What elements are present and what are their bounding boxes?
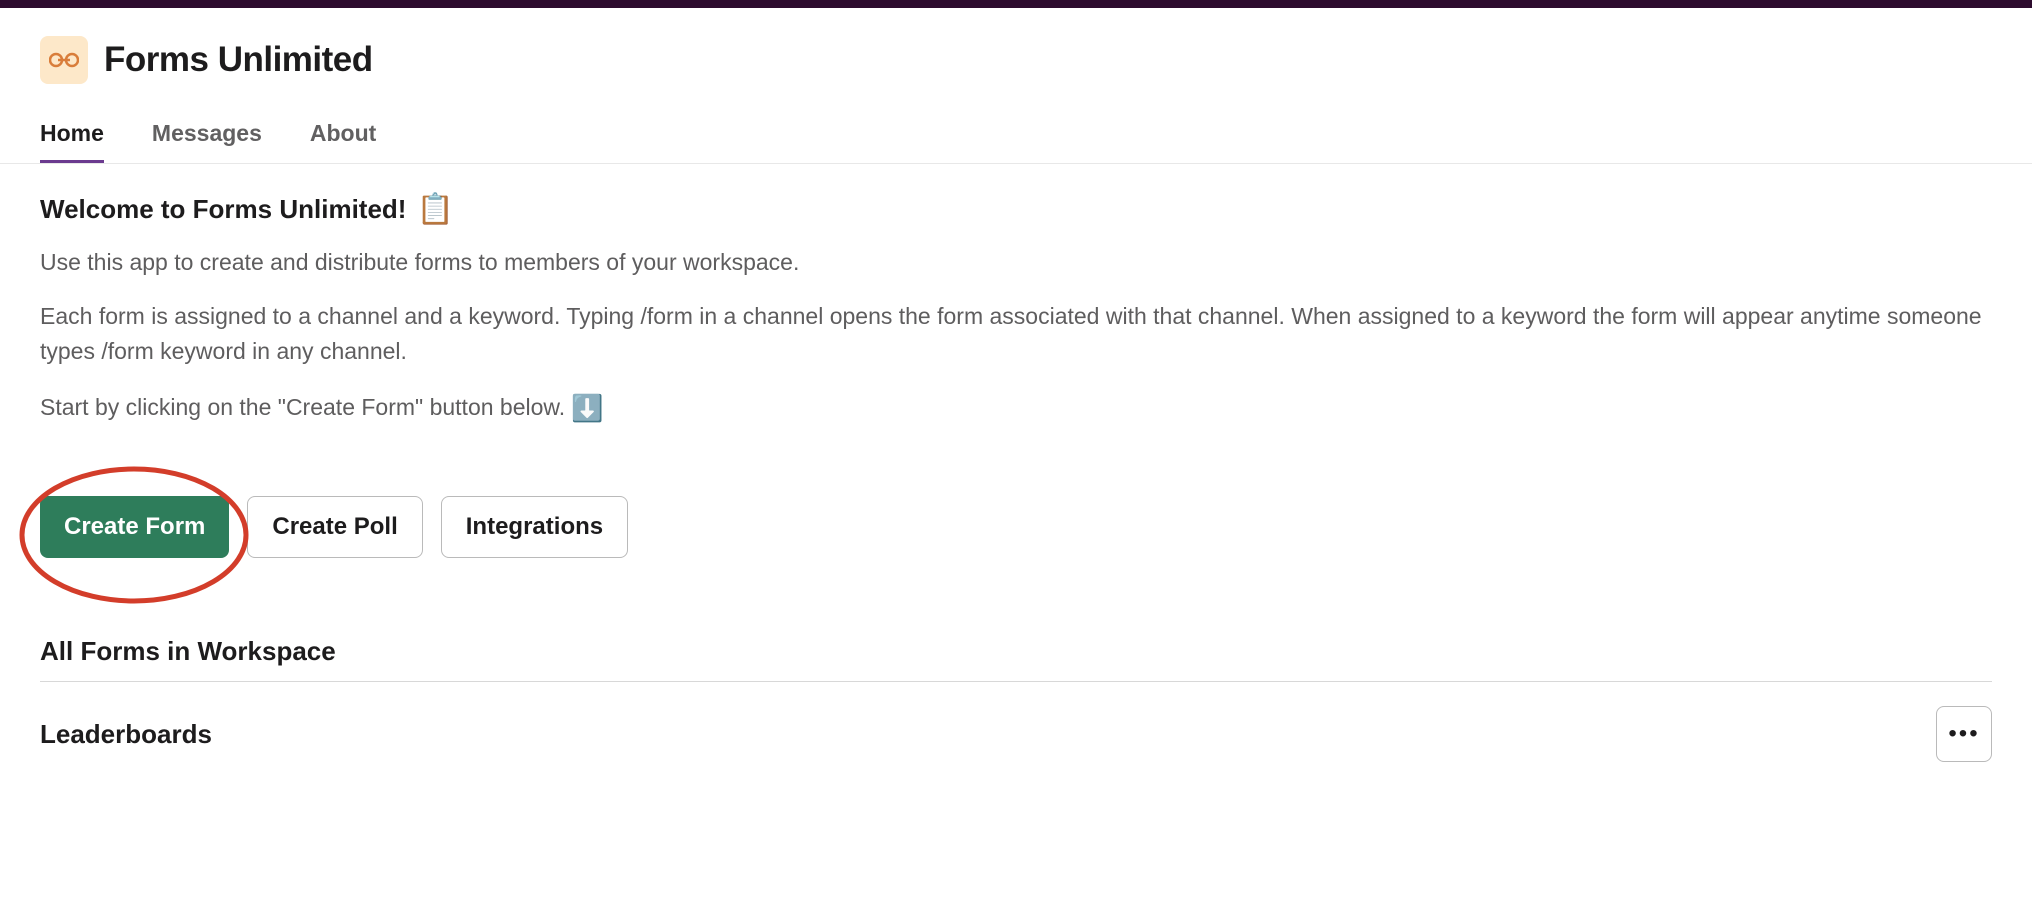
tab-messages[interactable]: Messages xyxy=(152,120,262,163)
section-all-forms: All Forms in Workspace xyxy=(40,636,1992,682)
tab-about[interactable]: About xyxy=(310,120,376,163)
content-area: Welcome to Forms Unlimited! 📋 Use this a… xyxy=(0,164,2032,790)
integrations-button[interactable]: Integrations xyxy=(441,496,628,558)
item-label-leaderboards: Leaderboards xyxy=(40,719,212,750)
link-icon xyxy=(49,50,79,70)
create-poll-button[interactable]: Create Poll xyxy=(247,496,422,558)
welcome-heading: Welcome to Forms Unlimited! 📋 xyxy=(40,192,1992,227)
clipboard-icon: 📋 xyxy=(416,192,453,227)
arrow-down-icon: ⬇️ xyxy=(571,388,603,428)
tabs: Home Messages About xyxy=(0,84,2032,164)
description-line-3: Start by clicking on the "Create Form" b… xyxy=(40,388,1992,428)
app-title: Forms Unlimited xyxy=(104,40,373,80)
button-row: Create Form Create Poll Integrations xyxy=(40,496,1992,558)
app-icon xyxy=(40,36,88,84)
description-line-2: Each form is assigned to a channel and a… xyxy=(40,299,1992,370)
more-button[interactable]: ••• xyxy=(1936,706,1992,762)
item-row-leaderboards: Leaderboards ••• xyxy=(40,706,1992,762)
tab-home[interactable]: Home xyxy=(40,120,104,163)
description-line-3-text: Start by clicking on the "Create Form" b… xyxy=(40,390,565,426)
app-header: Forms Unlimited xyxy=(0,8,2032,84)
top-bar xyxy=(0,0,2032,8)
create-form-button[interactable]: Create Form xyxy=(40,496,229,558)
ellipsis-icon: ••• xyxy=(1948,722,1979,746)
welcome-heading-text: Welcome to Forms Unlimited! xyxy=(40,194,406,225)
description-line-1: Use this app to create and distribute fo… xyxy=(40,245,1992,281)
